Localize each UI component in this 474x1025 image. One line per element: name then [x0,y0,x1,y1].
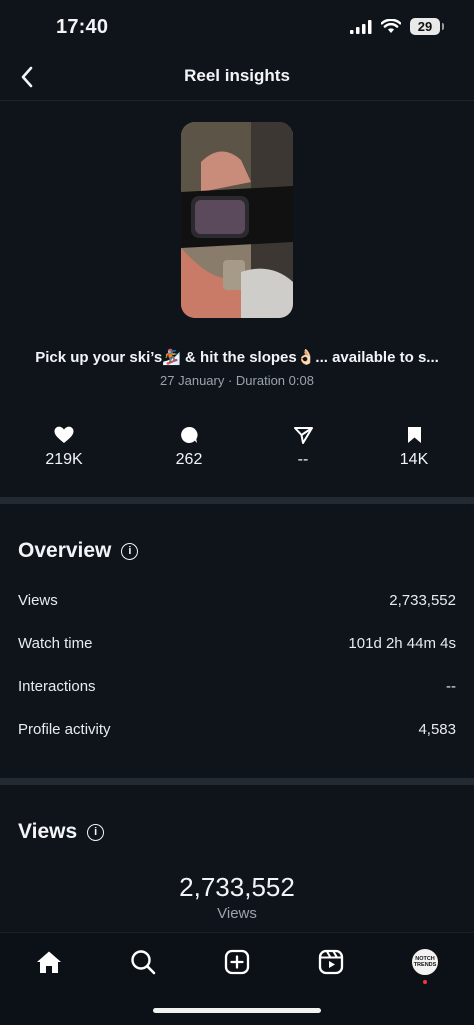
comments-stat: 262 [139,424,239,469]
tab-create[interactable] [217,945,257,979]
comment-icon [181,426,198,443]
overview-title: Overview [18,539,112,562]
notification-dot [423,980,427,984]
heart-icon [54,426,74,443]
status-icons: 29 [350,18,444,35]
overview-row-label: Watch time [18,635,93,652]
home-icon [37,951,61,973]
saves-stat: 14K [364,424,464,469]
info-icon[interactable]: i [87,823,105,841]
overview-row-label: Views [18,592,58,609]
comments-count: 262 [175,451,203,468]
reel-caption: Pick up your ski’s🏂 & hit the slopes👌🏻..… [35,349,439,366]
tab-home[interactable] [29,945,69,979]
header: Reel insights [0,56,474,100]
likes-stat: 219K [14,424,114,469]
views-total-label: Views [217,905,257,922]
section-divider [0,778,474,785]
tab-search[interactable] [123,945,163,979]
overview-row-label: Interactions [18,678,96,695]
search-icon [131,950,156,975]
avatar: NOTCH TRENDS [411,948,439,976]
share-icon [293,427,313,444]
wifi-icon [381,19,401,33]
reel-thumbnail[interactable] [181,122,293,318]
saves-count: 14K [399,451,429,468]
status-bar: 17:40 29 [0,0,474,56]
info-icon[interactable]: i [121,542,139,560]
likes-count: 219K [45,451,83,468]
overview-row-watch-time: Watch time 101d 2h 44m 4s [18,635,456,657]
overview-heading: Overview i [18,539,139,563]
reel-thumbnail-image [181,122,293,318]
overview-row-value: 2,733,552 [389,592,456,609]
overview-row-interactions: Interactions -- [18,678,456,700]
overview-row-label: Profile activity [18,721,111,738]
avatar-logo-text: NOTCH TRENDS [413,956,437,968]
status-time: 17:40 [56,16,109,38]
reel-meta: 27 January · Duration 0:08 [160,373,314,388]
home-indicator[interactable] [153,1008,321,1013]
bookmark-icon [407,427,421,443]
battery-indicator: 29 [410,18,444,35]
shares-count: -- [297,451,309,468]
views-total: 2,733,552 [179,872,295,902]
shares-stat: -- [253,424,353,469]
overview-row-profile-activity: Profile activity 4,583 [18,721,456,743]
overview-row-value: 101d 2h 44m 4s [348,635,456,652]
reels-icon [318,949,344,975]
page-title: Reel insights [184,66,290,85]
engagement-stats: 219K 262 -- 14K [0,424,474,474]
add-icon [224,949,250,975]
section-divider [0,497,474,504]
tab-reels[interactable] [311,945,351,979]
overview-row-views: Views 2,733,552 [18,592,456,614]
overview-row-value: -- [446,678,456,695]
views-heading: Views i [18,820,105,844]
tab-profile[interactable]: NOTCH TRENDS [405,945,445,984]
header-divider [0,100,474,101]
views-title: Views [18,820,78,843]
overview-row-value: 4,583 [418,721,456,738]
signal-icon [350,19,372,34]
